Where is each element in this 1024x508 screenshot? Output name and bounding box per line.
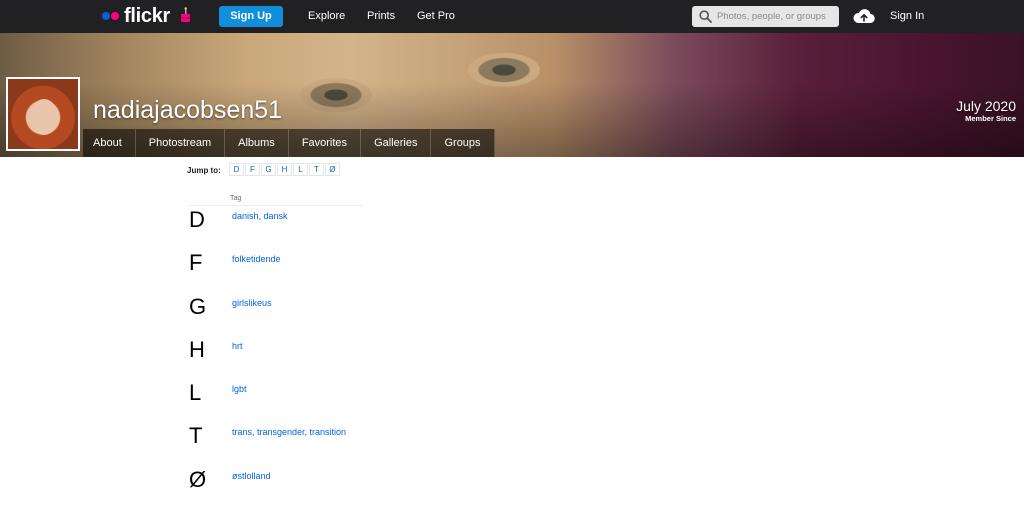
tag-link[interactable]: folketidende <box>232 254 281 264</box>
nav-prints-link[interactable]: Prints <box>367 10 395 23</box>
jump-letter-t[interactable]: T <box>309 163 324 176</box>
jump-to-label: Jump to: <box>187 166 221 175</box>
profile-subnav: About Photostream Albums Favorites Galle… <box>83 129 495 157</box>
search-box <box>692 6 839 27</box>
jump-letter-h[interactable]: H <box>277 163 292 176</box>
tag-group-letter: L <box>189 380 202 405</box>
search-icon[interactable] <box>699 10 712 23</box>
upload-cloud-icon[interactable] <box>853 8 875 25</box>
tab-favorites[interactable]: Favorites <box>289 129 362 157</box>
sign-up-button[interactable]: Sign Up <box>219 6 283 27</box>
tag-link[interactable]: danish, dansk <box>232 211 288 221</box>
flickr-logo[interactable]: flickr <box>102 5 170 27</box>
cake-icon[interactable] <box>180 7 191 23</box>
jump-to-letters: D F G H L T Ø <box>229 163 341 176</box>
tag-link[interactable]: trans, transgender, transition <box>232 427 346 437</box>
tag-group-letter: H <box>189 337 205 362</box>
tag-group-letter: G <box>189 294 207 319</box>
member-since-label: Member Since <box>965 114 1016 123</box>
tag-group-letter: Ø <box>189 467 207 492</box>
avatar-face <box>30 99 58 135</box>
jump-letter-f[interactable]: F <box>245 163 260 176</box>
tag-link[interactable]: østlolland <box>232 471 271 481</box>
logo-pink-dot <box>111 12 119 20</box>
tab-albums[interactable]: Albums <box>225 129 289 157</box>
nav-get-pro-link[interactable]: Get Pro <box>417 10 455 23</box>
search-input[interactable] <box>717 6 835 27</box>
tag-header-divider <box>187 205 362 206</box>
avatar[interactable] <box>6 77 80 151</box>
tag-link[interactable]: hrt <box>232 341 243 351</box>
sign-in-link[interactable]: Sign In <box>890 10 924 22</box>
tag-column-header: Tag <box>230 195 242 202</box>
jump-letter-g[interactable]: G <box>261 163 276 176</box>
jump-letter-oslash[interactable]: Ø <box>325 163 340 176</box>
jump-letter-l[interactable]: L <box>293 163 308 176</box>
tag-link[interactable]: girlslikeus <box>232 298 272 308</box>
tag-group-letter: D <box>189 207 205 232</box>
tab-galleries[interactable]: Galleries <box>361 129 432 157</box>
nav-explore-link[interactable]: Explore <box>308 10 345 23</box>
logo-text: flickr <box>124 5 171 27</box>
tab-groups[interactable]: Groups <box>431 129 495 157</box>
member-since-date: July 2020 <box>956 98 1016 114</box>
tab-photostream[interactable]: Photostream <box>136 129 226 157</box>
profile-username: nadiajacobsen51 <box>93 96 283 124</box>
top-navbar: flickr Sign Up Explore Prints Get Pro Si… <box>0 0 1024 33</box>
tag-group-letter: F <box>189 250 203 275</box>
tag-link[interactable]: lgbt <box>232 384 247 394</box>
tag-group-letter: T <box>189 423 203 448</box>
logo-blue-dot <box>102 12 110 20</box>
jump-letter-d[interactable]: D <box>229 163 244 176</box>
tab-about[interactable]: About <box>83 129 136 157</box>
